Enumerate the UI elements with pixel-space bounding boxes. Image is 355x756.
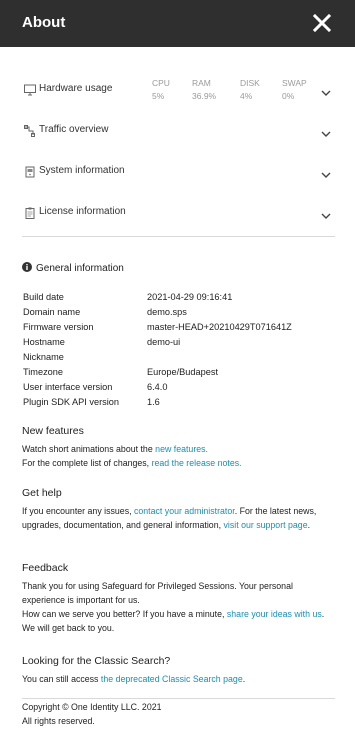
release-notes-link[interactable]: read the release notes. (152, 458, 242, 468)
info-icon (22, 262, 32, 272)
copyright-footer: Copyright © One Identity LLC. 2021 All r… (22, 700, 162, 728)
cpu-label: CPU (152, 78, 170, 88)
ram-metric: RAM 36.9% (192, 77, 216, 103)
rights-text: All rights reserved. (22, 716, 95, 726)
general-information-heading: General information (22, 262, 124, 274)
info-key: Timezone (23, 367, 63, 377)
new-features-link[interactable]: new features. (155, 444, 208, 454)
info-row-firmware-version: Firmware version master-HEAD+20210429T07… (22, 322, 335, 337)
section-label: License information (39, 206, 126, 217)
monitor-icon (24, 83, 36, 96)
feedback-block: Feedback Thank you for using Safeguard f… (22, 562, 335, 635)
classic-search-block: Looking for the Classic Search? You can … (22, 655, 335, 686)
swap-label: SWAP (282, 78, 307, 88)
get-help-title: Get help (22, 487, 62, 499)
info-key: Nickname (23, 352, 64, 362)
traffic-overview-section[interactable]: Traffic overview (22, 110, 335, 151)
section-label: Traffic overview (39, 124, 109, 135)
share-ideas-link[interactable]: share your ideas with us (227, 609, 322, 619)
license-information-section[interactable]: License information (22, 192, 335, 233)
feedback-text-start: How can we serve you better? If you have… (22, 609, 227, 619)
info-row-timezone: Timezone Europe/Budapest (22, 367, 335, 382)
chevron-down-icon[interactable] (321, 208, 331, 219)
general-information-title: General information (36, 263, 124, 274)
general-info-table: Build date 2021-04-29 09:16:41 Domain na… (22, 292, 335, 412)
info-key: Domain name (23, 307, 81, 317)
contact-admin-link[interactable]: contact your administrator (134, 506, 235, 516)
info-value: 6.4.0 (147, 382, 168, 392)
info-key: Firmware version (23, 322, 94, 332)
system-information-section[interactable]: System information (22, 151, 335, 192)
footer-divider (22, 698, 335, 699)
disk-metric: DISK 4% (240, 77, 260, 103)
info-key: Plugin SDK API version (23, 397, 120, 407)
classic-search-text-end: . (242, 674, 246, 684)
divider (22, 236, 335, 237)
disk-label: DISK (240, 78, 260, 88)
server-icon (24, 165, 36, 178)
section-label: System information (39, 165, 125, 176)
classic-search-link[interactable]: the deprecated Classic Search page (101, 674, 243, 684)
new-features-line-1: Watch short animations about the new fea… (22, 442, 335, 456)
info-value: master-HEAD+20210429T071641Z (147, 322, 292, 332)
info-row-hostname: Hostname demo-ui (22, 337, 335, 352)
accordion-sections: Hardware usage CPU 5% RAM 36.9% DISK 4% … (22, 69, 335, 233)
feedback-title: Feedback (22, 562, 69, 574)
section-label: Hardware usage (39, 83, 113, 94)
info-value: demo.sps (147, 307, 187, 317)
cpu-metric: CPU 5% (152, 77, 170, 103)
get-help-text-start: If you encounter any issues, (22, 506, 134, 516)
ram-label: RAM (192, 78, 211, 88)
ram-value: 36.9% (192, 91, 217, 101)
panel-title: About (22, 14, 66, 31)
info-row-build-date: Build date 2021-04-29 09:16:41 (22, 292, 335, 307)
feedback-text-1: Thank you for using Safeguard for Privil… (22, 581, 293, 605)
get-help-text-end: . (307, 520, 311, 530)
info-value: Europe/Budapest (147, 367, 219, 377)
traffic-icon (24, 124, 36, 137)
info-value: demo-ui (147, 337, 181, 347)
info-row-ui-version: User interface version 6.4.0 (22, 382, 335, 397)
release-notes-text: For the complete list of changes, (22, 458, 152, 468)
feedback-text-2: How can we serve you better? If you have… (22, 607, 335, 635)
new-features-block: New features Watch short animations abou… (22, 425, 335, 470)
license-icon (24, 206, 36, 219)
chevron-down-icon[interactable] (321, 126, 331, 137)
info-value: 2021-04-29 09:16:41 (147, 292, 233, 302)
new-features-line-2: For the complete list of changes, read t… (22, 456, 335, 470)
disk-value: 4% (240, 91, 253, 101)
info-row-nickname: Nickname (22, 352, 335, 367)
new-features-text: Watch short animations about the (22, 444, 156, 454)
get-help-text: If you encounter any issues, contact you… (22, 504, 335, 532)
info-value: 1.6 (147, 397, 160, 407)
cpu-value: 5% (152, 91, 165, 101)
chevron-down-icon[interactable] (321, 167, 331, 178)
swap-metric: SWAP 0% (282, 77, 307, 103)
info-key: Hostname (23, 337, 65, 347)
chevron-down-icon[interactable] (321, 85, 331, 96)
info-key: Build date (23, 292, 64, 302)
classic-search-text: You can still access the deprecated Clas… (22, 672, 335, 686)
support-page-link[interactable]: visit our support page (223, 520, 307, 530)
get-help-block: Get help If you encounter any issues, co… (22, 487, 335, 532)
classic-search-title: Looking for the Classic Search? (22, 655, 171, 667)
hardware-metrics: CPU 5% RAM 36.9% DISK 4% SWAP 0% (152, 77, 312, 105)
classic-search-text-start: You can still access (22, 674, 101, 684)
info-row-plugin-sdk-version: Plugin SDK API version 1.6 (22, 397, 335, 412)
about-header: About (0, 0, 355, 47)
new-features-title: New features (22, 425, 84, 437)
swap-value: 0% (282, 91, 295, 101)
hardware-usage-section[interactable]: Hardware usage CPU 5% RAM 36.9% DISK 4% … (22, 69, 335, 110)
info-key: User interface version (23, 382, 113, 392)
copyright-text: Copyright © One Identity LLC. 2021 (22, 702, 162, 712)
info-row-domain-name: Domain name demo.sps (22, 307, 335, 322)
close-icon[interactable] (311, 12, 333, 34)
